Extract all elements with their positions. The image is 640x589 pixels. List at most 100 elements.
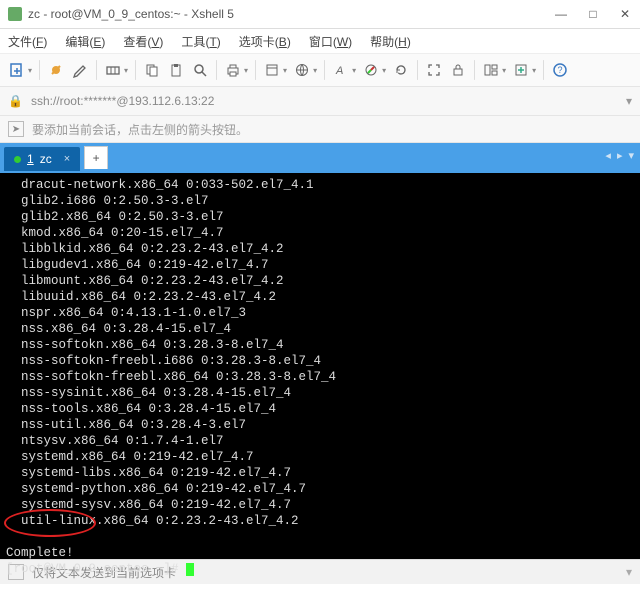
properties-button[interactable]	[261, 59, 283, 81]
terminal-line: kmod.x86_64 0:20-15.el7_4.7	[6, 225, 634, 241]
menu-tabs[interactable]: 选项卡(B)	[239, 33, 291, 50]
color-button[interactable]	[360, 59, 382, 81]
tab-number: 1	[27, 152, 34, 166]
layout-dropdown[interactable]: ▾	[502, 66, 506, 75]
minimize-button[interactable]: —	[554, 7, 568, 21]
window-buttons: — □ ✕	[554, 7, 632, 21]
cursor-icon	[186, 563, 194, 576]
tip-text: 要添加当前会话，点击左侧的箭头按钮。	[32, 121, 248, 138]
terminal-line: systemd-python.x86_64 0:219-42.el7_4.7	[6, 481, 634, 497]
terminal-line: nss-util.x86_64 0:3.28.4-3.el7	[6, 417, 634, 433]
edit-button[interactable]	[69, 59, 91, 81]
terminal-line: nspr.x86_64 0:4.13.1-1.0.el7_3	[6, 305, 634, 321]
tab-zc[interactable]: 1 zc ×	[4, 147, 80, 171]
terminal[interactable]: dracut-network.x86_64 0:033-502.el7_4.1 …	[0, 173, 640, 559]
menu-help[interactable]: 帮助(H)	[370, 33, 411, 50]
toolbar: ▾ ▾ ▾ ▾ ▾ A ▾ ▾ ▾ ▾ ?	[0, 54, 640, 87]
menu-view[interactable]: 查看(V)	[123, 33, 163, 50]
tip-arrow-icon[interactable]: ➤	[8, 121, 24, 137]
separator	[474, 60, 475, 80]
tab-close-icon[interactable]: ×	[64, 153, 70, 165]
terminal-prompt: [root@VM_0_9_centos ~]#	[6, 561, 634, 577]
app-icon	[8, 7, 22, 21]
terminal-line: systemd-sysv.x86_64 0:219-42.el7_4.7	[6, 497, 634, 513]
address-bar: 🔒 ssh://root:*******@193.112.6.13:22 ▾	[0, 87, 640, 116]
menu-tools[interactable]: 工具(T)	[181, 33, 220, 50]
tab-label: zc	[40, 152, 52, 166]
lock-button[interactable]	[447, 59, 469, 81]
tab-nav: ◂ ▸ ▾	[605, 149, 634, 162]
disconnect-button[interactable]	[102, 59, 124, 81]
tab-next-icon[interactable]: ▸	[617, 149, 623, 162]
separator	[543, 60, 544, 80]
connect-button[interactable]	[45, 59, 67, 81]
terminal-line: systemd-libs.x86_64 0:219-42.el7_4.7	[6, 465, 634, 481]
tab-menu-icon[interactable]: ▾	[628, 149, 634, 162]
paste-button[interactable]	[165, 59, 187, 81]
separator	[255, 60, 256, 80]
svg-text:?: ?	[558, 65, 563, 75]
refresh-button[interactable]	[390, 59, 412, 81]
terminal-line: nss-softokn-freebl.x86_64 0:3.28.3-8.el7…	[6, 369, 634, 385]
terminal-blank	[6, 529, 634, 545]
window-title: zc - root@VM_0_9_centos:~ - Xshell 5	[28, 7, 554, 21]
layout-button[interactable]	[480, 59, 502, 81]
lock-icon: 🔒	[8, 94, 23, 108]
menu-edit[interactable]: 编辑(E)	[65, 33, 105, 50]
new-dropdown[interactable]: ▾	[28, 66, 32, 75]
terminal-line: util-linux.x86_64 0:2.23.2-43.el7_4.2	[6, 513, 634, 529]
titlebar: zc - root@VM_0_9_centos:~ - Xshell 5 — □…	[0, 0, 640, 29]
tip-bar: ➤ 要添加当前会话，点击左侧的箭头按钮。	[0, 116, 640, 143]
svg-text:A: A	[335, 65, 343, 77]
terminal-line: ntsysv.x86_64 0:1.7.4-1.el7	[6, 433, 634, 449]
terminal-line: nss-sysinit.x86_64 0:3.28.4-15.el7_4	[6, 385, 634, 401]
terminal-line: nss-tools.x86_64 0:3.28.4-15.el7_4	[6, 401, 634, 417]
print-button[interactable]	[222, 59, 244, 81]
language-dropdown[interactable]: ▾	[313, 66, 317, 75]
terminal-output: dracut-network.x86_64 0:033-502.el7_4.1 …	[6, 177, 634, 529]
font-button[interactable]: A	[330, 59, 352, 81]
terminal-line: libuuid.x86_64 0:2.23.2-43.el7_4.2	[6, 289, 634, 305]
separator	[96, 60, 97, 80]
new-tab-button[interactable]: +	[84, 146, 108, 169]
address-text[interactable]: ssh://root:*******@193.112.6.13:22	[31, 94, 618, 108]
terminal-complete: Complete!	[6, 545, 634, 561]
color-dropdown[interactable]: ▾	[382, 66, 386, 75]
address-dropdown[interactable]: ▾	[626, 94, 632, 108]
separator	[39, 60, 40, 80]
maximize-button[interactable]: □	[586, 7, 600, 21]
separator	[324, 60, 325, 80]
separator	[417, 60, 418, 80]
menu-window[interactable]: 窗口(W)	[309, 33, 352, 50]
add-dropdown[interactable]: ▾	[532, 66, 536, 75]
add-button[interactable]	[510, 59, 532, 81]
terminal-line: glib2.i686 0:2.50.3-3.el7	[6, 193, 634, 209]
terminal-line: nss.x86_64 0:3.28.4-15.el7_4	[6, 321, 634, 337]
help-button[interactable]: ?	[549, 59, 571, 81]
menu-file[interactable]: 文件(F)	[8, 33, 47, 50]
tab-strip: 1 zc × + ◂ ▸ ▾	[0, 143, 640, 173]
separator	[135, 60, 136, 80]
menubar: 文件(F) 编辑(E) 查看(V) 工具(T) 选项卡(B) 窗口(W) 帮助(…	[0, 29, 640, 54]
font-dropdown[interactable]: ▾	[352, 66, 356, 75]
language-button[interactable]	[291, 59, 313, 81]
separator	[216, 60, 217, 80]
terminal-line: nss-softokn.x86_64 0:3.28.3-8.el7_4	[6, 337, 634, 353]
terminal-line: libmount.x86_64 0:2.23.2-43.el7_4.2	[6, 273, 634, 289]
terminal-line: libblkid.x86_64 0:2.23.2-43.el7_4.2	[6, 241, 634, 257]
print-dropdown[interactable]: ▾	[244, 66, 248, 75]
tab-prev-icon[interactable]: ◂	[605, 149, 611, 162]
terminal-line: glib2.x86_64 0:2.50.3-3.el7	[6, 209, 634, 225]
terminal-line: nss-softokn-freebl.i686 0:3.28.3-8.el7_4	[6, 353, 634, 369]
copy-button[interactable]	[141, 59, 163, 81]
find-button[interactable]	[189, 59, 211, 81]
status-dot-icon	[14, 156, 21, 163]
terminal-line: libgudev1.x86_64 0:219-42.el7_4.7	[6, 257, 634, 273]
close-button[interactable]: ✕	[618, 7, 632, 21]
terminal-line: systemd.x86_64 0:219-42.el7_4.7	[6, 449, 634, 465]
terminal-line: dracut-network.x86_64 0:033-502.el7_4.1	[6, 177, 634, 193]
disconnect-dropdown[interactable]: ▾	[124, 66, 128, 75]
fullscreen-button[interactable]	[423, 59, 445, 81]
new-button[interactable]	[6, 59, 28, 81]
properties-dropdown[interactable]: ▾	[283, 66, 287, 75]
